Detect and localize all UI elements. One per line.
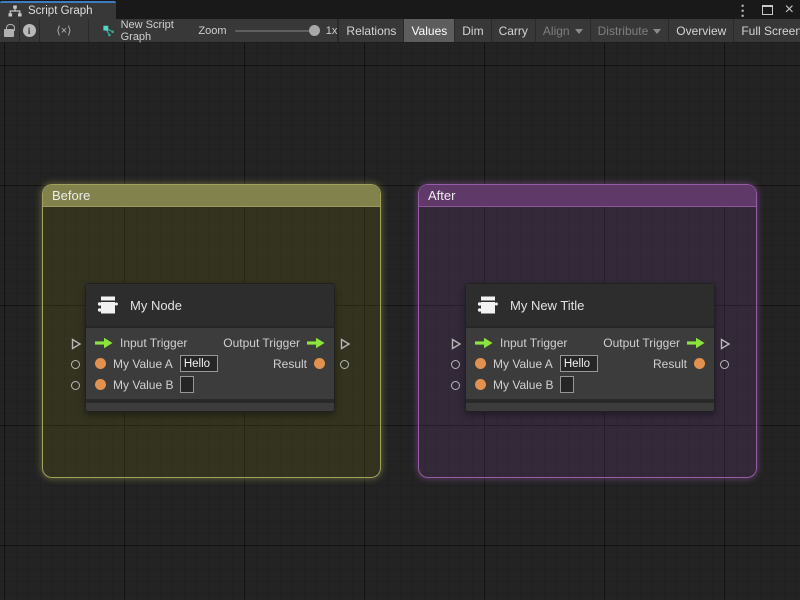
toolbar-button-fullscreen[interactable]: Full Screen [734,19,800,42]
graph-breadcrumb[interactable]: New Script Graph [89,18,190,43]
script-graph-teal-icon [103,25,115,36]
toolbar-button-carry[interactable]: Carry [492,19,536,42]
port-label: Result [272,356,307,371]
node-header[interactable]: My Node [86,284,334,328]
node-after-wrap: My New Title Input Trigger Output Trigge… [450,283,738,419]
port-label: Result [652,356,687,371]
window-menu-icon[interactable]: ⋮ [736,3,750,17]
flow-input-port[interactable] [70,338,82,350]
toolbar-button-values[interactable]: Values [404,19,456,42]
port-label: Output Trigger [223,335,300,350]
code-view-button[interactable]: ⟨×⟩ [40,19,90,42]
value-input-port[interactable] [451,360,460,369]
graph-toolbar: i ⟨×⟩ New Script Graph Zoom 1x Relations… [0,19,800,43]
group-after-header[interactable]: After [419,185,756,207]
value-input-port[interactable] [71,360,80,369]
zoom-control: Zoom 1x [190,19,339,42]
zoom-slider[interactable] [234,24,320,36]
flow-arrow-icon[interactable] [95,337,113,349]
value-a-input[interactable] [559,355,598,372]
value-a-input[interactable] [179,355,218,372]
node-before-wrap: My Node Input Trigger Output Trigger My … [70,283,358,419]
value-input-port[interactable] [71,381,80,390]
info-icon: i [22,24,36,37]
hierarchy-icon [8,5,22,17]
value-port-dot-icon[interactable] [95,358,106,369]
tab-script-graph[interactable]: Script Graph [0,1,116,19]
tab-bar: Script Graph ⋮ × [0,0,800,19]
graph-name: New Script Graph [120,18,174,43]
trigger-row: Input Trigger Output Trigger [466,332,714,353]
flow-output-port[interactable] [719,338,731,350]
value-input-port[interactable] [451,381,460,390]
toolbar-button-relations[interactable]: Relations [338,19,405,42]
port-label: My Value B [493,377,554,392]
toolbar-button-distribute[interactable]: Distribute [591,19,670,42]
graph-canvas[interactable]: Before After My Node Input Trigger Outpu… [0,43,800,600]
toolbar-button-overview[interactable]: Overview [669,19,735,42]
value-port-dot-icon[interactable] [95,379,106,390]
unit-node-icon [97,296,118,314]
value-b-input[interactable] [560,376,575,393]
zoom-label: Zoom [198,24,227,37]
node-footer [86,403,334,411]
node-title: My Node [130,297,183,313]
tab-label: Script Graph [28,5,93,17]
unit-node-icon [477,296,498,314]
node-my-new-title[interactable]: My New Title Input Trigger Output Trigge… [465,283,715,412]
flow-arrow-icon[interactable] [475,337,493,349]
flow-output-port[interactable] [339,338,351,350]
value-port-dot-icon[interactable] [475,358,486,369]
toolbar-button-align[interactable]: Align [536,19,591,42]
value-b-input[interactable] [180,376,195,393]
group-title: After [428,188,456,203]
node-body: Input Trigger Output Trigger My Value A [466,328,714,399]
zoom-slider-handle[interactable] [308,24,320,36]
flow-arrow-icon[interactable] [687,337,705,349]
port-label: My Value B [113,377,174,392]
zoom-value: 1x [325,24,338,37]
lock-icon [4,24,15,37]
group-before-header[interactable]: Before [43,185,380,207]
value-port-dot-icon[interactable] [475,379,486,390]
port-label: Input Trigger [120,335,188,350]
dropdown-caret-icon [653,28,662,34]
value-b-row: My Value B [466,374,714,395]
script-graph-window: Script Graph ⋮ × i ⟨×⟩ New Script Graph [0,0,800,600]
node-footer [466,403,714,411]
flow-input-port[interactable] [450,338,462,350]
port-label: Output Trigger [603,335,680,350]
port-label: My Value A [113,356,173,371]
port-label: My Value A [493,356,553,371]
toolbar-button-dim[interactable]: Dim [455,19,492,42]
port-label: Input Trigger [500,335,568,350]
group-title: Before [52,188,91,203]
value-output-port[interactable] [340,360,349,369]
info-button[interactable]: i [20,19,40,42]
dropdown-caret-icon [574,28,583,34]
value-port-dot-icon[interactable] [314,358,325,369]
node-body: Input Trigger Output Trigger My Value A [86,328,334,399]
value-port-dot-icon[interactable] [694,358,705,369]
close-icon[interactable]: × [785,1,794,17]
lock-button[interactable] [0,19,20,42]
value-b-row: My Value B [86,374,334,395]
code-brackets-icon: ⟨×⟩ [56,25,72,37]
node-title: My New Title [510,297,585,313]
trigger-row: Input Trigger Output Trigger [86,332,334,353]
value-a-row: My Value A Result [466,353,714,374]
maximize-icon[interactable] [761,4,773,15]
value-output-port[interactable] [720,360,729,369]
flow-arrow-icon[interactable] [307,337,325,349]
node-my-node[interactable]: My Node Input Trigger Output Trigger My … [85,283,335,412]
value-a-row: My Value A Result [86,353,334,374]
node-header[interactable]: My New Title [466,284,714,328]
